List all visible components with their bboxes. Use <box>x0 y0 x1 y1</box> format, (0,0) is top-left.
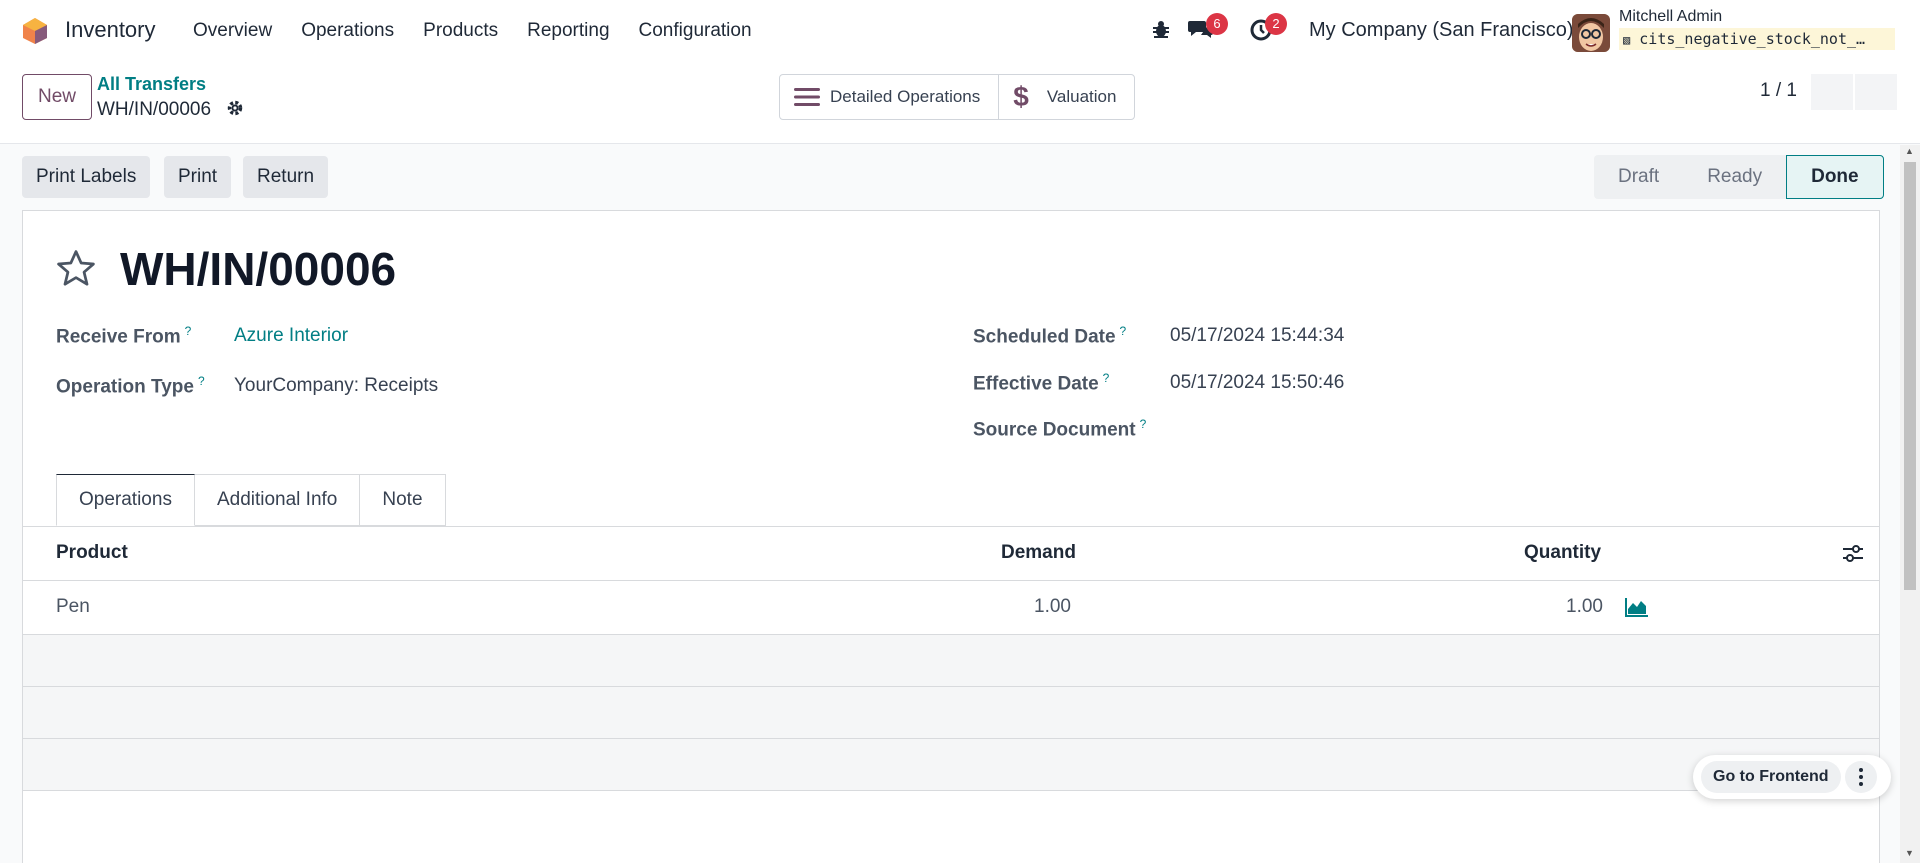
receive-from-help[interactable]: ? <box>185 324 192 338</box>
company-switcher[interactable]: My Company (San Francisco) <box>1309 19 1574 42</box>
stage-draft[interactable]: Draft <box>1594 155 1684 199</box>
breadcrumb-current-record: WH/IN/00006 <box>97 99 212 120</box>
notebook-tabs: Operations Additional Info Note <box>56 474 446 526</box>
inventory-app-logo-icon[interactable] <box>22 17 48 45</box>
receive-from-field[interactable]: Azure Interior <box>234 325 348 347</box>
menu-reporting[interactable]: Reporting <box>527 20 609 42</box>
column-quantity[interactable]: Quantity <box>1524 542 1601 564</box>
go-to-frontend-button[interactable]: Go to Frontend <box>1701 761 1841 793</box>
menu-overview[interactable]: Overview <box>193 20 272 42</box>
forecast-chart-icon[interactable] <box>1625 597 1649 617</box>
return-button[interactable]: Return <box>243 156 329 198</box>
more-options-button[interactable] <box>1845 761 1877 793</box>
scroll-up-arrow-icon[interactable]: ▲ <box>1905 146 1914 156</box>
main-menu: Overview Operations Products Reporting C… <box>193 20 781 42</box>
source-document-label: Source Document? <box>973 417 1147 441</box>
menu-operations[interactable]: Operations <box>301 20 394 42</box>
star-icon[interactable] <box>54 247 98 291</box>
messages-badge: 6 <box>1206 13 1228 35</box>
menu-products[interactable]: Products <box>423 20 498 42</box>
effective-date-label: Effective Date? <box>973 371 1110 395</box>
top-navbar: Inventory Overview Operations Products R… <box>0 0 1920 62</box>
menu-configuration[interactable]: Configuration <box>639 20 752 42</box>
empty-row <box>23 687 1879 738</box>
tab-note[interactable]: Note <box>360 474 446 526</box>
gear-icon[interactable] <box>226 99 244 117</box>
bug-icon[interactable] <box>1151 20 1171 40</box>
print-button[interactable]: Print <box>164 156 232 198</box>
source-document-help[interactable]: ? <box>1140 417 1147 431</box>
valuation-button[interactable]: $ Valuation <box>998 75 1134 119</box>
product-cell[interactable]: Pen <box>56 596 90 618</box>
new-button[interactable]: New <box>22 74 92 120</box>
breadcrumb-all-transfers[interactable]: All Transfers <box>97 74 206 95</box>
scheduled-date-label: Scheduled Date? <box>973 324 1127 348</box>
operation-type-help[interactable]: ? <box>198 374 205 388</box>
table-header-divider <box>22 580 1880 581</box>
database-label: cits_negative_stock_not_… <box>1639 30 1866 48</box>
valuation-label: Valuation <box>1046 87 1117 106</box>
empty-row <box>23 635 1879 686</box>
pager-previous-button[interactable] <box>1811 74 1853 110</box>
stage-done[interactable]: Done <box>1786 155 1884 199</box>
scrollbar-thumb[interactable] <box>1904 162 1916 590</box>
column-product[interactable]: Product <box>56 542 128 564</box>
kebab-menu-icon <box>1859 768 1863 786</box>
receive-from-label: Receive From? <box>56 324 192 348</box>
frontend-switch: Go to Frontend <box>1693 755 1891 799</box>
messages-menu[interactable]: 6 <box>1188 13 1228 44</box>
user-avatar[interactable] <box>1572 14 1610 52</box>
detailed-operations-label: Detailed Operations <box>830 87 981 106</box>
effective-date-help[interactable]: ? <box>1103 371 1110 385</box>
activities-menu[interactable]: 2 <box>1249 13 1287 44</box>
optional-columns-icon[interactable] <box>1842 544 1864 564</box>
tabs-divider <box>22 526 1880 527</box>
list-icon <box>794 88 820 106</box>
empty-row <box>23 739 1879 790</box>
tab-additional-info[interactable]: Additional Info <box>194 474 361 526</box>
app-name[interactable]: Inventory <box>65 17 156 43</box>
scheduled-date-help[interactable]: ? <box>1120 324 1127 338</box>
scheduled-date-field[interactable]: 05/17/2024 15:44:34 <box>1170 325 1344 347</box>
detailed-operations-button[interactable]: Detailed Operations <box>780 75 998 119</box>
smart-buttons: Detailed Operations $ Valuation <box>779 74 1136 120</box>
database-name: ▧ cits_negative_stock_not_… <box>1619 28 1895 50</box>
avatar-face-icon <box>1572 14 1610 52</box>
status-bar: Draft Ready Done <box>1594 155 1884 199</box>
record-title: WH/IN/00006 <box>120 243 397 295</box>
effective-date-field[interactable]: 05/17/2024 15:50:46 <box>1170 372 1344 394</box>
stage-ready[interactable]: Ready <box>1683 155 1787 199</box>
user-name[interactable]: Mitchell Admin <box>1619 8 1722 26</box>
row-divider <box>22 790 1880 791</box>
pager-next-button[interactable] <box>1855 74 1897 110</box>
activities-badge: 2 <box>1265 13 1287 35</box>
operation-type-field[interactable]: YourCompany: Receipts <box>234 375 438 397</box>
control-panel: New All Transfers WH/IN/00006 Detailed O… <box>0 62 1920 144</box>
pager-value[interactable]: 1 / 1 <box>1760 80 1797 102</box>
dollar-icon: $ <box>1013 81 1029 112</box>
scroll-down-arrow-icon[interactable]: ▼ <box>1905 848 1914 858</box>
column-demand[interactable]: Demand <box>1001 542 1076 564</box>
quantity-cell[interactable]: 1.00 <box>1566 596 1603 618</box>
print-labels-button[interactable]: Print Labels <box>22 156 151 198</box>
database-icon: ▧ <box>1623 33 1631 47</box>
tab-operations[interactable]: Operations <box>56 474 195 526</box>
operation-type-label: Operation Type? <box>56 374 205 398</box>
demand-cell[interactable]: 1.00 <box>1034 596 1071 618</box>
